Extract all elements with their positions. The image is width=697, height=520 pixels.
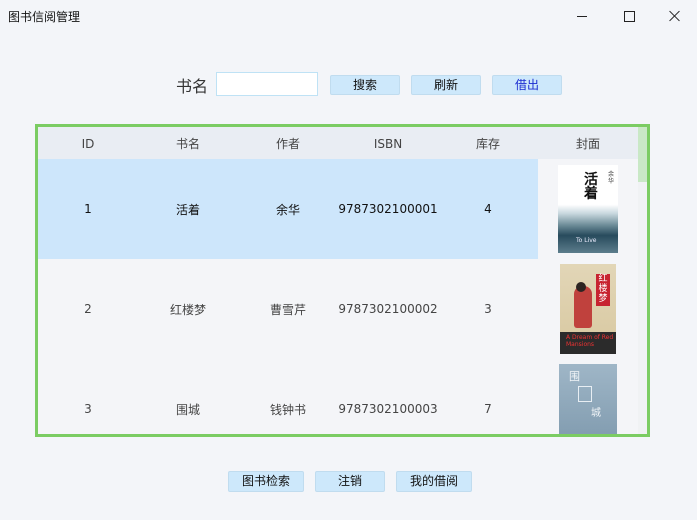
column-header-title[interactable]: 书名 [138, 127, 238, 159]
cover-title: 红楼梦 [596, 274, 610, 306]
refresh-button[interactable]: 刷新 [411, 75, 481, 95]
vertical-scrollbar[interactable] [638, 127, 647, 434]
cell-id: 1 [38, 159, 138, 259]
cover-subtitle: A Dream of Red Mansions [566, 334, 614, 348]
maximize-icon [623, 10, 635, 22]
cell-stock: 3 [484, 302, 492, 316]
column-header-cover[interactable]: 封面 [538, 127, 638, 159]
column-header-author[interactable]: 作者 [238, 127, 338, 159]
table-row[interactable]: 3 围城 钱钟书 9787302100003 7 围 城 [38, 359, 638, 434]
title-bar: 图书信阅管理 [0, 0, 697, 32]
table-row[interactable]: 2 红楼梦 曹雪芹 9787302100002 3 红楼梦 A Dream of… [38, 259, 638, 359]
close-icon [669, 10, 681, 22]
cell-cover: 红楼梦 A Dream of Red Mansions [538, 259, 638, 359]
cell-id: 2 [84, 302, 92, 316]
books-table: ID 书名 作者 ISBN 库存 封面 1 活着 余华 978730210000… [35, 124, 650, 437]
cover-emblem [578, 386, 592, 402]
minimize-button[interactable] [559, 0, 605, 32]
search-input[interactable] [216, 72, 318, 96]
cell-stock: 4 [438, 159, 538, 259]
cell-title: 红楼梦 [169, 302, 206, 317]
search-label: 书名 [176, 77, 209, 96]
logout-button[interactable]: 注销 [315, 471, 385, 492]
cover-band: A Dream of Red Mansions [560, 332, 616, 354]
my-borrowings-button[interactable]: 我的借阅 [396, 471, 472, 492]
cover-title: 围 [569, 370, 580, 383]
cell-stock: 7 [484, 402, 492, 416]
cell-title: 活着 [138, 159, 238, 259]
cell-author: 曹雪芹 [269, 302, 306, 317]
column-header-id[interactable]: ID [38, 127, 138, 159]
borrow-button[interactable]: 借出 [492, 75, 562, 95]
book-cover-image: 活着 余华 To Live [558, 165, 618, 253]
cover-figure [574, 286, 592, 328]
book-cover-image: 围 城 [559, 364, 617, 434]
book-cover-image: 红楼梦 A Dream of Red Mansions [560, 264, 616, 354]
cell-title: 围城 [175, 402, 200, 417]
table-header: ID 书名 作者 ISBN 库存 封面 [38, 127, 638, 159]
table-row[interactable]: 1 活着 余华 9787302100001 4 活着 余华 To Live [38, 159, 638, 259]
cell-cover: 活着 余华 To Live [538, 159, 638, 259]
cell-isbn: 9787302100003 [338, 402, 438, 416]
close-button[interactable] [652, 0, 697, 32]
maximize-button[interactable] [606, 0, 652, 32]
window-title: 图书信阅管理 [8, 10, 81, 24]
cover-author: 余华 [608, 171, 615, 185]
table-body: 1 活着 余华 9787302100001 4 活着 余华 To Live 2 … [38, 159, 638, 434]
cell-isbn: 9787302100001 [338, 159, 438, 259]
column-header-isbn[interactable]: ISBN [338, 127, 438, 159]
cell-isbn: 9787302100002 [338, 302, 438, 316]
cell-author: 钱钟书 [269, 402, 306, 417]
cell-author: 余华 [238, 159, 338, 259]
column-header-stock[interactable]: 库存 [438, 127, 538, 159]
search-button[interactable]: 搜索 [330, 75, 400, 95]
book-search-button[interactable]: 图书检索 [228, 471, 304, 492]
cell-cover: 围 城 [538, 359, 638, 434]
cover-figure-head [576, 282, 586, 292]
cover-subtitle: To Live [576, 237, 597, 244]
cover-title: 活着 [584, 172, 598, 202]
cell-id: 3 [84, 402, 92, 416]
cover-subtitle: 城 [591, 408, 601, 419]
scrollbar-thumb[interactable] [638, 127, 647, 182]
minimize-icon [577, 15, 587, 17]
